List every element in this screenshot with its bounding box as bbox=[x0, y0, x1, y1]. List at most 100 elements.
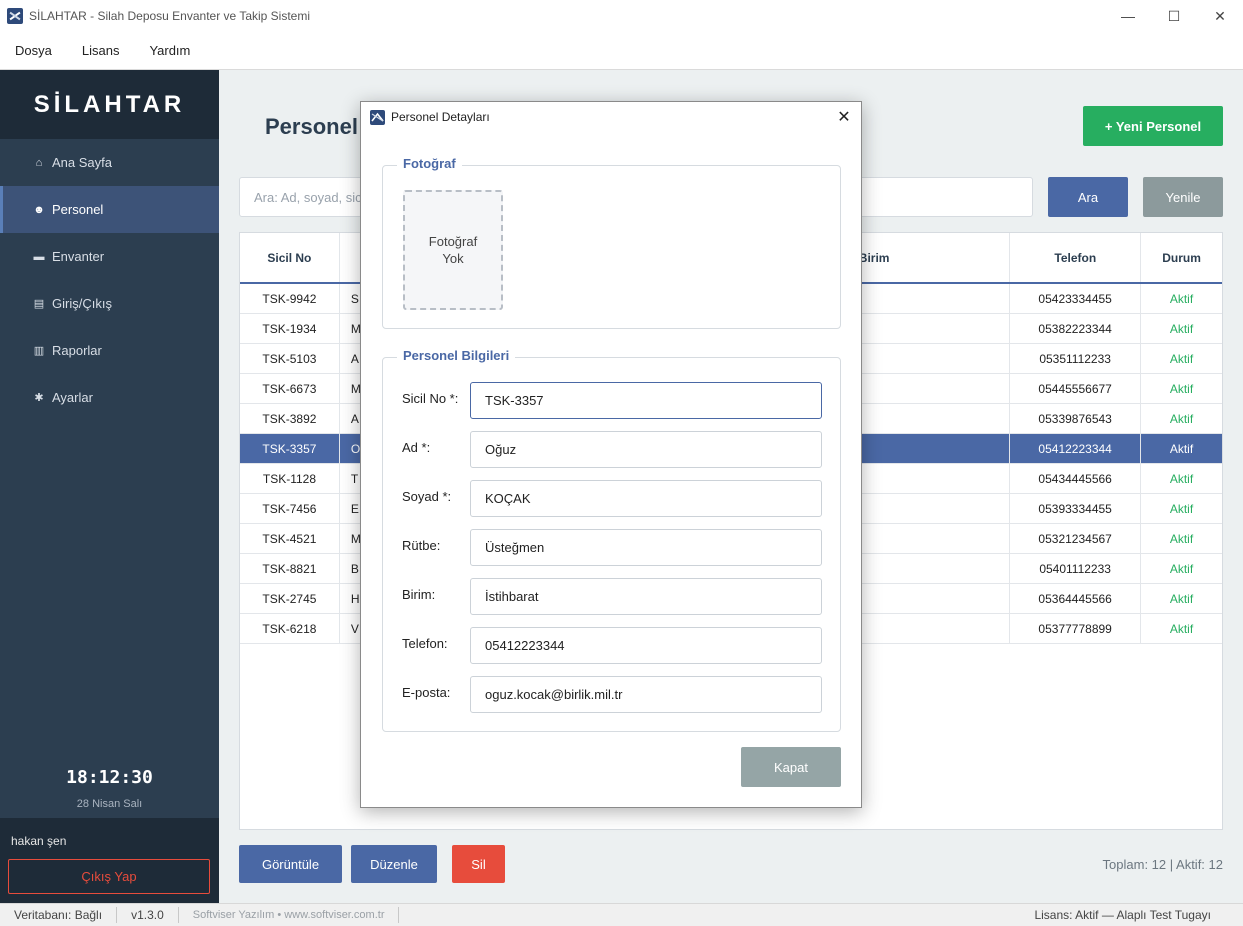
birim-field[interactable]: İstihbarat bbox=[470, 578, 822, 615]
sidebar-item-label: Raporlar bbox=[52, 343, 102, 358]
new-personnel-button[interactable]: + Yeni Personel bbox=[1083, 106, 1223, 146]
field-row-e-posta: E-posta: oguz.kocak@birlik.mil.tr bbox=[402, 676, 822, 713]
telefon-field[interactable]: 05412223344 bbox=[470, 627, 822, 664]
vendor-label: Softviser Yazılım • www.softviser.com.tr bbox=[179, 907, 400, 923]
cell-durum: Aktif bbox=[1169, 561, 1194, 576]
soyad-field[interactable]: KOÇAK bbox=[470, 480, 822, 517]
cell-durum: Aktif bbox=[1169, 381, 1194, 396]
field-row-sicil-no: Sicil No *: TSK-3357 bbox=[402, 382, 822, 419]
date-label: 28 Nisan Salı bbox=[76, 798, 143, 810]
logout-button[interactable]: Çıkış Yap bbox=[8, 859, 210, 894]
cell-telefon: 05321234567 bbox=[1010, 524, 1142, 553]
cell-telefon: 05364445566 bbox=[1010, 584, 1142, 613]
field-row-rutbe: Rütbe: Üsteğmen bbox=[402, 529, 822, 566]
cell-telefon: 05377778899 bbox=[1010, 614, 1142, 643]
home-icon: ⌂ bbox=[35, 156, 43, 169]
cell-telefon: 05382223344 bbox=[1010, 314, 1142, 343]
edit-button[interactable]: Düzenle bbox=[351, 845, 437, 883]
sidebar-item-envanter[interactable]: ▬ Envanter bbox=[0, 233, 219, 280]
menu-yardim[interactable]: Yardım bbox=[134, 43, 205, 58]
cell-sicil: TSK-6673 bbox=[240, 374, 340, 403]
field-row-telefon: Telefon: 05412223344 bbox=[402, 627, 822, 664]
cell-sicil: TSK-6218 bbox=[240, 614, 340, 643]
field-label-rutbe: Rütbe: bbox=[402, 538, 441, 553]
field-row-soyad: Soyad *: KOÇAK bbox=[402, 480, 822, 517]
delete-button[interactable]: Sil bbox=[452, 845, 505, 883]
photo-group: Fotoğraf Fotoğraf Yok bbox=[382, 156, 841, 329]
column-header-telefon[interactable]: Telefon bbox=[1010, 233, 1142, 282]
sidebar-item-label: Giriş/Çıkış bbox=[52, 296, 112, 311]
dialog-titlebar: Personel Detayları ✕ bbox=[361, 102, 861, 132]
sidebar-item-label: Ayarlar bbox=[52, 390, 93, 405]
dialog-title: Personel Detayları bbox=[391, 110, 490, 124]
sidebar-item-ayarlar[interactable]: ✱ Ayarlar bbox=[0, 374, 219, 421]
ad-field[interactable]: Oğuz bbox=[470, 431, 822, 468]
field-row-birim: Birim: İstihbarat bbox=[402, 578, 822, 615]
clipboard-icon: ▤ bbox=[33, 298, 45, 310]
sidebar-item-raporlar[interactable]: ▥ Raporlar bbox=[0, 327, 219, 374]
sidebar-item-giriş-çıkış[interactable]: ▤ Giriş/Çıkış bbox=[0, 280, 219, 327]
field-label-e-posta: E-posta: bbox=[402, 685, 451, 700]
field-label-sicil-no: Sicil No *: bbox=[402, 391, 459, 406]
cell-sicil: TSK-7456 bbox=[240, 494, 340, 523]
cell-durum: Aktif bbox=[1169, 351, 1194, 366]
db-status: Veritabanı: Bağlı bbox=[0, 907, 118, 923]
cell-telefon: 05412223344 bbox=[1010, 434, 1142, 463]
cell-durum: Aktif bbox=[1169, 471, 1194, 486]
menu-lisans[interactable]: Lisans bbox=[67, 43, 135, 58]
sidebar-item-label: Ana Sayfa bbox=[52, 155, 112, 170]
menu-dosya[interactable]: Dosya bbox=[0, 43, 67, 58]
field-label-telefon: Telefon: bbox=[402, 636, 448, 651]
cell-telefon: 05423334455 bbox=[1010, 284, 1142, 313]
cell-sicil: TSK-1128 bbox=[240, 464, 340, 493]
sidebar-item-ana-sayfa[interactable]: ⌂ Ana Sayfa bbox=[0, 139, 219, 186]
photo-group-title: Fotoğraf bbox=[397, 156, 462, 171]
sidebar-item-personel[interactable]: ☻ Personel bbox=[0, 186, 219, 233]
totals-label: Toplam: 12 | Aktif: 12 bbox=[1102, 857, 1223, 872]
close-window-button[interactable]: ✕ bbox=[1197, 0, 1243, 32]
refresh-button[interactable]: Yenile bbox=[1143, 177, 1223, 217]
clock: 18:12:30 bbox=[66, 767, 153, 788]
search-button[interactable]: Ara bbox=[1048, 177, 1128, 217]
cell-durum: Aktif bbox=[1169, 441, 1194, 456]
page-title: Personel bbox=[265, 114, 358, 139]
cell-telefon: 05445556677 bbox=[1010, 374, 1142, 403]
column-header-sicil[interactable]: Sicil No bbox=[240, 233, 340, 282]
rutbe-field[interactable]: Üsteğmen bbox=[470, 529, 822, 566]
version-label: v1.3.0 bbox=[117, 907, 179, 923]
column-header-durum[interactable]: Durum bbox=[1141, 233, 1222, 282]
info-group: Personel Bilgileri Sicil No *: TSK-3357 Ad… bbox=[382, 348, 841, 732]
field-label-ad: Ad *: bbox=[402, 440, 431, 455]
cell-durum: Aktif bbox=[1169, 291, 1194, 306]
sidebar-item-label: Personel bbox=[52, 202, 104, 217]
cell-durum: Aktif bbox=[1169, 621, 1194, 636]
sidebar-item-label: Envanter bbox=[52, 249, 105, 264]
view-button[interactable]: Görüntüle bbox=[239, 845, 342, 883]
cell-durum: Aktif bbox=[1169, 501, 1194, 516]
e-posta-field[interactable]: oguz.kocak@birlik.mil.tr bbox=[470, 676, 822, 713]
app-logo-icon bbox=[7, 8, 23, 24]
sicil-no-field[interactable]: TSK-3357 bbox=[470, 382, 822, 419]
field-label-soyad: Soyad *: bbox=[402, 489, 452, 504]
maximize-button[interactable]: ☐ bbox=[1151, 0, 1197, 32]
menubar: Dosya Lisans Yardım bbox=[0, 32, 1243, 70]
dialog-close-button[interactable]: Kapat bbox=[741, 747, 841, 787]
photo-placeholder[interactable]: Fotoğraf Yok bbox=[403, 190, 503, 310]
minimize-button[interactable]: — bbox=[1105, 0, 1151, 32]
photo-placeholder-text: Fotoğraf Yok bbox=[428, 234, 478, 266]
license-status: Lisans: Aktif — Alaplı Test Tugayı bbox=[1034, 908, 1211, 922]
cell-durum: Aktif bbox=[1169, 321, 1194, 336]
personnel-icon: ☻ bbox=[33, 203, 45, 216]
cell-sicil: TSK-3357 bbox=[240, 434, 340, 463]
cell-telefon: 05434445566 bbox=[1010, 464, 1142, 493]
cell-telefon: 05401112233 bbox=[1010, 554, 1142, 583]
dialog-close-icon[interactable]: ✕ bbox=[833, 106, 855, 128]
cell-sicil: TSK-4521 bbox=[240, 524, 340, 553]
field-row-ad: Ad *: Oğuz bbox=[402, 431, 822, 468]
personnel-details-dialog: Personel Detayları ✕ Fotoğraf Fotoğraf Y… bbox=[360, 101, 862, 808]
window-titlebar: SİLAHTAR - Silah Deposu Envanter ve Taki… bbox=[0, 0, 1243, 32]
cell-sicil: TSK-8821 bbox=[240, 554, 340, 583]
info-group-title: Personel Bilgileri bbox=[397, 348, 516, 363]
window-controls: — ☐ ✕ bbox=[1105, 0, 1243, 32]
cell-durum: Aktif bbox=[1169, 591, 1194, 606]
